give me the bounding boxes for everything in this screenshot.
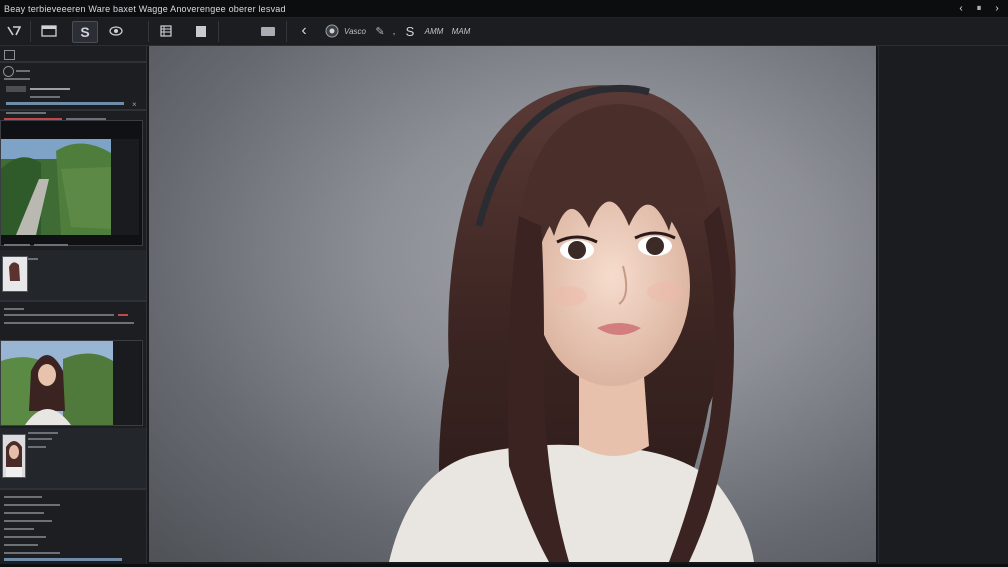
window-next-button[interactable]: › bbox=[992, 3, 1002, 14]
progress-bar[interactable] bbox=[6, 102, 124, 105]
app-window: Beay terbieveeeren Ware baxet Wagge Anov… bbox=[0, 0, 1008, 567]
window-prev-button[interactable]: ‹ bbox=[956, 3, 966, 14]
s-tool-icon[interactable]: S bbox=[402, 21, 418, 41]
toolbar: S ‹ Vasco ✎ , S AMM MAM bbox=[0, 18, 1008, 46]
image-canvas[interactable] bbox=[149, 46, 876, 562]
eye-icon[interactable] bbox=[106, 21, 126, 41]
grid-icon[interactable] bbox=[156, 21, 176, 41]
back-icon[interactable]: ‹ bbox=[296, 21, 312, 41]
window-title: Beay terbieveeeren Ware baxet Wagge Anov… bbox=[4, 3, 286, 14]
search-icon[interactable] bbox=[3, 66, 14, 77]
view-icon[interactable] bbox=[322, 21, 342, 41]
thumbnail-landscape[interactable] bbox=[0, 120, 143, 246]
view-label[interactable]: Vasco bbox=[344, 21, 366, 41]
canvas-area[interactable] bbox=[147, 46, 878, 564]
option-a[interactable]: AMM bbox=[420, 21, 448, 41]
brush-S-icon: S bbox=[80, 24, 90, 40]
window-controls: ‹ ⏸ › bbox=[956, 3, 1008, 14]
layers-icon[interactable] bbox=[38, 21, 60, 41]
scrollbar[interactable] bbox=[4, 558, 122, 561]
thumbnail-portrait-nature[interactable] bbox=[0, 340, 143, 426]
separator-comma: , bbox=[392, 26, 396, 36]
title-bar: Beay terbieveeeren Ware baxet Wagge Anov… bbox=[0, 0, 1008, 18]
pen-icon[interactable]: ✎ bbox=[372, 21, 388, 41]
panel-icon[interactable] bbox=[4, 50, 15, 60]
close-icon[interactable]: × bbox=[132, 100, 139, 109]
thumbnail-mini-1[interactable] bbox=[2, 256, 28, 292]
option-b[interactable]: MAM bbox=[450, 21, 472, 41]
window-pause-button[interactable]: ⏸ bbox=[974, 3, 984, 14]
frame-icon[interactable] bbox=[258, 21, 278, 41]
thumbnail-mini-2[interactable] bbox=[2, 434, 26, 478]
square-icon[interactable] bbox=[192, 21, 210, 41]
portrait-image bbox=[389, 84, 754, 562]
left-panel: × bbox=[0, 46, 147, 564]
brush-tool-button[interactable]: S bbox=[72, 21, 98, 43]
right-panel bbox=[878, 46, 1008, 564]
move-tool-icon[interactable] bbox=[4, 21, 24, 41]
